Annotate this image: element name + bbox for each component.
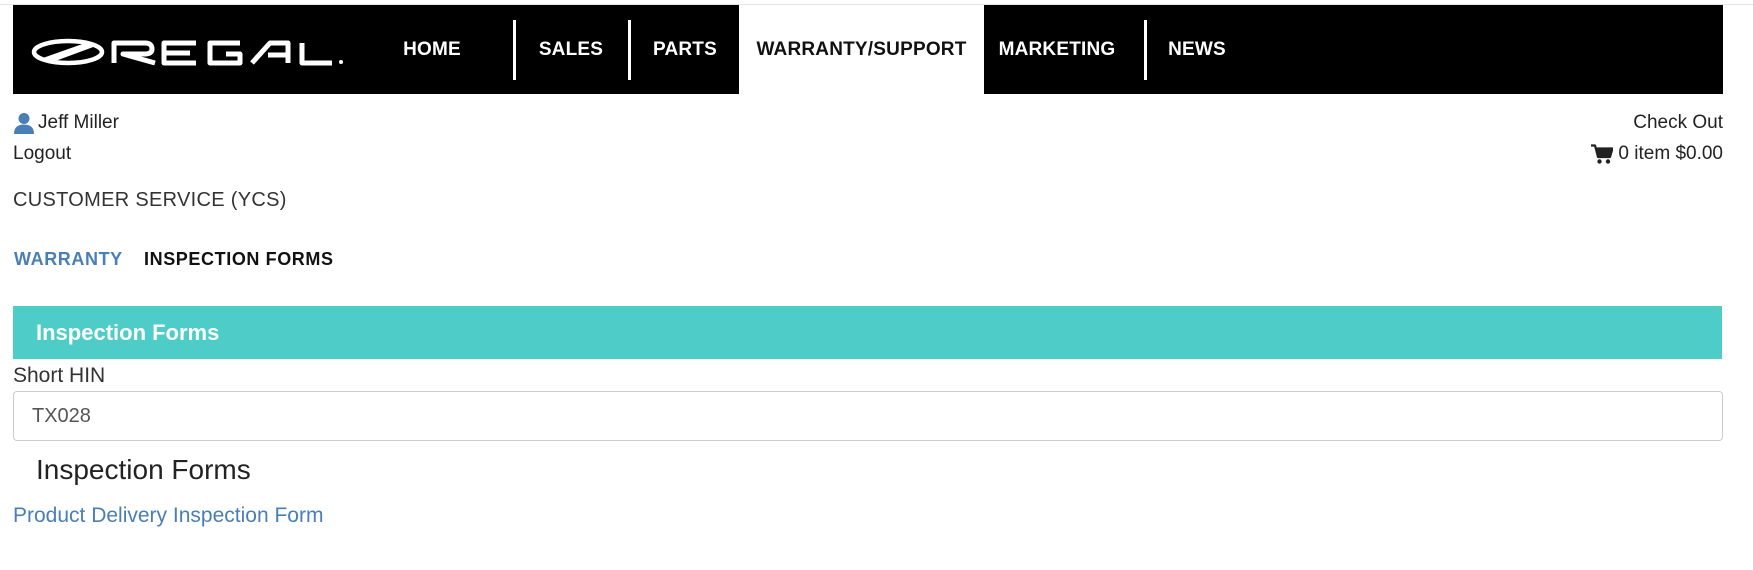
panel-header-title: Inspection Forms xyxy=(36,319,220,345)
panel-header: Inspection Forms xyxy=(13,306,1722,359)
regal-logo[interactable] xyxy=(30,33,360,73)
nav-warranty-support[interactable]: WARRANTY/SUPPORT xyxy=(739,5,984,94)
nav-marketing[interactable]: MARKETING xyxy=(984,5,1130,94)
inspection-forms-heading: Inspection Forms xyxy=(36,454,251,485)
user-account: Jeff Miller xyxy=(13,112,119,134)
nav-parts[interactable]: PARTS xyxy=(631,5,739,94)
main-navbar: HOME SALES PARTS WARRANTY/SUPPORT MARKET… xyxy=(13,5,1723,94)
product-delivery-inspection-form-link[interactable]: Product Delivery Inspection Form xyxy=(13,504,323,528)
logout-link[interactable]: Logout xyxy=(13,143,71,165)
sub-nav-warranty[interactable]: WARRANTY xyxy=(14,249,123,270)
user-name: Jeff Miller xyxy=(38,112,119,133)
page-section-title: CUSTOMER SERVICE (YCS) xyxy=(13,189,287,211)
cart-summary-text: 0 item $0.00 xyxy=(1618,143,1723,164)
cart-icon xyxy=(1591,143,1614,164)
sub-nav-inspection-forms[interactable]: INSPECTION FORMS xyxy=(144,249,334,270)
user-icon xyxy=(14,113,34,134)
cart-summary[interactable]: 0 item $0.00 xyxy=(1591,143,1723,165)
short-hin-label: Short HIN xyxy=(13,364,106,387)
nav-sales[interactable]: SALES xyxy=(516,5,626,94)
nav-home[interactable]: HOME xyxy=(373,5,491,94)
checkout-link[interactable]: Check Out xyxy=(1633,112,1723,134)
nav-news[interactable]: NEWS xyxy=(1147,5,1247,94)
short-hin-input[interactable] xyxy=(13,391,1723,441)
